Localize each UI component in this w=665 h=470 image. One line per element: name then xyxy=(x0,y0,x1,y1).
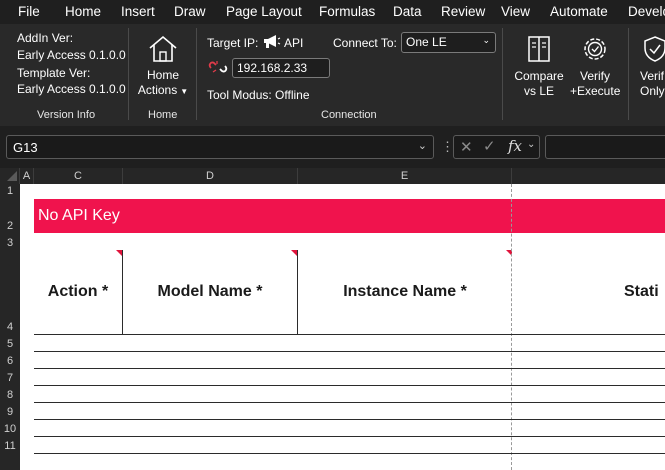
home-actions-line2: Actions xyxy=(137,83,178,97)
megaphone-icon xyxy=(263,35,281,54)
api-label[interactable]: API xyxy=(284,36,303,50)
row-header-12[interactable] xyxy=(0,453,20,470)
connect-to-value: One LE xyxy=(406,35,447,49)
broken-link-icon xyxy=(208,59,228,80)
header-divider xyxy=(122,250,123,334)
row-border xyxy=(34,419,665,420)
row-header-7[interactable]: 7 xyxy=(0,368,20,385)
compare-line1: Compare xyxy=(514,69,564,83)
row-border xyxy=(34,453,665,454)
chevron-down-icon: ⌄ xyxy=(482,35,490,45)
connection-group-label: Connection xyxy=(321,109,377,121)
addin-version-value: Early Access 0.1.0.0 xyxy=(17,48,126,62)
header-status[interactable]: Stati xyxy=(512,250,665,333)
ribbon-separator xyxy=(196,28,197,120)
row-header-2[interactable]: 2 xyxy=(0,199,20,233)
comment-indicator[interactable] xyxy=(291,250,297,256)
column-header-a[interactable]: A xyxy=(20,168,34,184)
comment-indicator[interactable] xyxy=(116,250,122,256)
chevron-down-icon[interactable]: ⌄ xyxy=(527,139,535,150)
worksheet[interactable]: No API Key Action * Model Name * Instanc… xyxy=(20,184,665,470)
verify-execute-line1: Verify xyxy=(579,69,610,83)
menu-file[interactable]: File xyxy=(18,4,40,19)
menu-bar: File Home Insert Draw Page Layout Formul… xyxy=(0,0,665,24)
insert-function-icon[interactable]: fx xyxy=(508,137,522,155)
verify-only-line2: Only xyxy=(640,84,665,98)
target-ip-input[interactable]: 192.168.2.33 xyxy=(232,58,330,78)
header-instance-name[interactable]: Instance Name * xyxy=(298,250,512,333)
ribbon-separator xyxy=(628,28,629,120)
template-version-label: Template Ver: xyxy=(17,66,91,80)
row-header-10[interactable]: 10 xyxy=(0,419,20,436)
menu-automate[interactable]: Automate xyxy=(550,4,608,19)
chevron-down-icon: ⌄ xyxy=(417,140,427,152)
column-header-f[interactable] xyxy=(512,168,665,184)
shield-check-icon xyxy=(643,35,665,68)
target-ip-label: Target IP: xyxy=(207,36,259,50)
formula-input[interactable] xyxy=(545,135,665,159)
row-border xyxy=(34,368,665,369)
column-header-c[interactable]: C xyxy=(34,168,123,184)
chevron-down-icon: ▼ xyxy=(180,87,189,96)
row-border xyxy=(34,385,665,386)
menu-developer[interactable]: Develo xyxy=(628,4,665,19)
row-header-3[interactable]: 3 xyxy=(0,233,20,250)
row-border xyxy=(34,402,665,403)
menu-home[interactable]: Home xyxy=(65,4,101,19)
ribbon-separator xyxy=(128,28,129,120)
menu-insert[interactable]: Insert xyxy=(121,4,155,19)
verify-execute-line2: +Execute xyxy=(570,84,621,98)
row-header-4[interactable]: 4 xyxy=(0,250,20,334)
home-actions-line1: Home xyxy=(146,68,179,82)
select-all-corner[interactable] xyxy=(0,168,20,184)
verify-only-button[interactable]: Verif Only xyxy=(640,69,665,99)
version-info-group-label: Version Info xyxy=(37,109,96,121)
header-action[interactable]: Action * xyxy=(34,250,122,333)
row-header-5[interactable]: 5 xyxy=(0,334,20,351)
home-icon xyxy=(147,34,179,69)
row-border xyxy=(34,351,665,352)
ribbon-separator xyxy=(502,28,503,120)
menu-data[interactable]: Data xyxy=(393,4,422,19)
name-box[interactable]: G13 ⌄ xyxy=(6,135,434,159)
ribbon: AddIn Ver: Early Access 0.1.0.0 Template… xyxy=(0,24,665,126)
menu-view[interactable]: View xyxy=(501,4,530,19)
compare-icon xyxy=(527,35,551,68)
addin-version-label: AddIn Ver: xyxy=(17,31,74,45)
row-header-11[interactable]: 11 xyxy=(0,436,20,453)
menu-draw[interactable]: Draw xyxy=(174,4,206,19)
menu-review[interactable]: Review xyxy=(441,4,485,19)
header-divider xyxy=(297,250,298,334)
gear-shield-icon xyxy=(580,34,610,69)
home-group-label: Home xyxy=(148,109,178,121)
enter-check-icon[interactable]: ✓ xyxy=(483,137,496,155)
column-header-e[interactable]: E xyxy=(298,168,512,184)
verify-only-line1: Verif xyxy=(640,69,665,83)
template-version-value: Early Access 0.1.0.0 xyxy=(17,82,126,96)
row-header-6[interactable]: 6 xyxy=(0,351,20,368)
compare-vs-le-button[interactable]: Compare vs LE xyxy=(510,69,568,99)
page-break-line xyxy=(511,184,512,470)
no-api-key-banner: No API Key xyxy=(34,199,665,233)
column-header-d[interactable]: D xyxy=(123,168,298,184)
name-box-value: G13 xyxy=(13,140,38,155)
cancel-icon[interactable]: ✕ xyxy=(460,138,473,156)
connect-to-label: Connect To: xyxy=(333,36,397,50)
verify-execute-button[interactable]: Verify +Execute xyxy=(570,69,620,99)
home-actions-line2-wrap: Actions ▼ xyxy=(136,83,190,99)
row-border xyxy=(34,436,665,437)
compare-line2: vs LE xyxy=(523,84,554,98)
menu-formulas[interactable]: Formulas xyxy=(319,4,375,19)
connect-to-select[interactable]: One LE ⌄ xyxy=(401,32,496,53)
row-header-1[interactable]: 1 xyxy=(0,184,20,199)
row-header-8[interactable]: 8 xyxy=(0,385,20,402)
row-header-9[interactable]: 9 xyxy=(0,402,20,419)
row-border xyxy=(34,334,665,335)
home-actions-button[interactable]: Home Actions ▼ xyxy=(136,68,190,99)
formula-controls: ✕ ✓ fx ⌄ xyxy=(453,135,540,159)
header-model-name[interactable]: Model Name * xyxy=(123,250,297,333)
menu-page-layout[interactable]: Page Layout xyxy=(226,4,302,19)
tool-modus-status: Tool Modus: Offline xyxy=(207,88,310,102)
